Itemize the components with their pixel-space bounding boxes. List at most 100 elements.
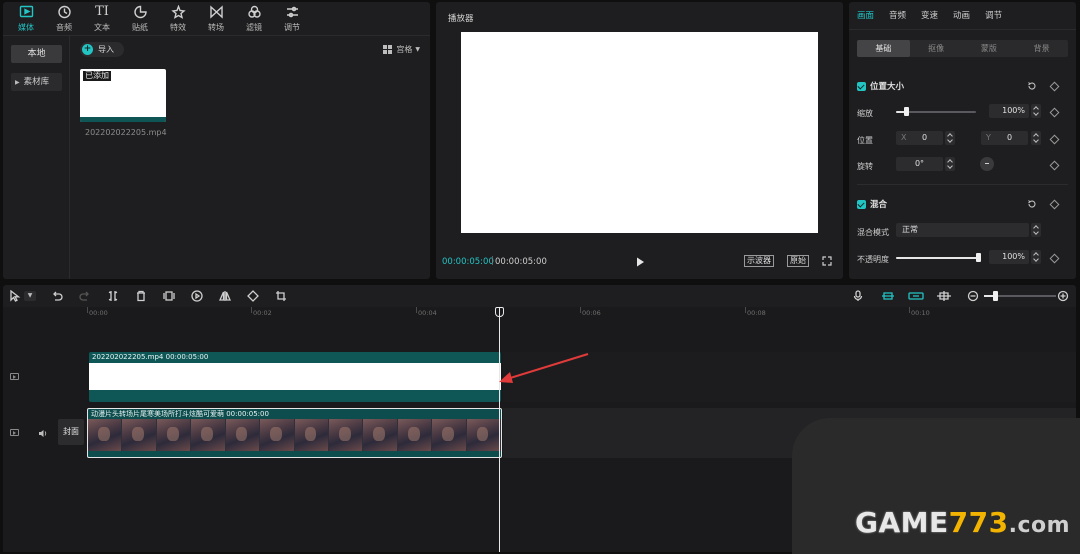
crop-button[interactable] (275, 290, 287, 302)
position-size-checkbox[interactable] (857, 81, 866, 91)
time-ruler[interactable]: 00:00 00:02 00:04 00:06 00:08 00:10 (3, 307, 1076, 321)
position-y-stepper[interactable] (1031, 131, 1041, 145)
zoom-in-button[interactable] (1057, 290, 1069, 302)
chevron-down-icon[interactable]: ▼ (24, 291, 36, 301)
redo-button[interactable] (79, 290, 91, 302)
overlay-clip[interactable]: 202202022205.mp4 00:00:05:00 (89, 352, 501, 402)
clip-filmstrip (88, 419, 501, 451)
record-audio-button[interactable] (852, 290, 864, 302)
keyframe-diamond-icon[interactable] (1049, 81, 1060, 92)
sidebar-item-local[interactable]: 本地 (11, 45, 62, 63)
scale-value-field[interactable]: 100% (989, 104, 1029, 118)
freeze-button[interactable] (163, 290, 175, 302)
tick-label: 00:04 (418, 309, 437, 317)
tab-adjust[interactable]: 调节 (273, 2, 311, 36)
total-time: 00:00:05:00 (495, 257, 547, 267)
current-time: 00:00:05:00 (442, 257, 494, 267)
effects-icon (170, 5, 186, 19)
media-clip-thumbnail[interactable]: 已添加 (80, 69, 166, 122)
keyframe-diamond-icon[interactable] (1049, 160, 1060, 171)
tab-effects[interactable]: 特效 (159, 2, 197, 36)
linkage-button[interactable] (936, 290, 952, 302)
rotate-field[interactable]: 0° (896, 157, 943, 171)
reset-icon[interactable] (1027, 199, 1037, 209)
subtab-background[interactable]: 背景 (1015, 40, 1068, 57)
cover-button[interactable]: 封面 (58, 419, 84, 445)
tab-speed[interactable]: 变速 (921, 2, 938, 29)
tab-transition[interactable]: 转场 (197, 2, 235, 36)
undo-button[interactable] (51, 290, 63, 302)
blend-mode-stepper[interactable] (1031, 223, 1041, 237)
original-ratio-button[interactable]: 原始 (787, 255, 809, 267)
zoom-out-button[interactable] (967, 290, 979, 302)
blend-section-title[interactable]: 混合 (857, 198, 887, 210)
opacity-value-field[interactable]: 100% (989, 250, 1029, 264)
scale-stepper[interactable] (1031, 104, 1041, 118)
rotate-button[interactable] (247, 290, 259, 302)
position-x-field[interactable]: X 0 (896, 131, 943, 145)
playhead[interactable] (499, 307, 500, 552)
rotate-label: 旋转 (857, 162, 873, 171)
select-tool-button[interactable] (9, 289, 21, 302)
tab-sticker[interactable]: 贴纸 (121, 2, 159, 36)
sidebar-item-library[interactable]: ▶ 素材库 (11, 73, 62, 91)
properties-panel: 画面 音频 变速 动画 调节 基础 抠像 蒙版 背景 位置大小 缩放 100% … (849, 2, 1076, 279)
keyframe-diamond-icon[interactable] (1049, 134, 1060, 145)
grid-icon (383, 45, 393, 54)
import-button[interactable]: + 导入 (80, 42, 124, 57)
caret-right-icon: ▶ (15, 79, 20, 86)
opacity-stepper[interactable] (1031, 250, 1041, 264)
oscilloscope-button[interactable]: 示波器 (744, 255, 774, 267)
tab-prop-adjust[interactable]: 调节 (985, 2, 1002, 29)
main-track-magnet-button[interactable] (880, 290, 896, 302)
tab-audio[interactable]: 音频 (45, 2, 83, 36)
crop-icon (276, 291, 286, 301)
position-y-field[interactable]: Y 0 (981, 131, 1028, 145)
media-sidebar: 本地 ▶ 素材库 (3, 36, 70, 279)
split-button[interactable] (107, 290, 119, 302)
time-separator: | (491, 256, 494, 266)
tab-media[interactable]: 媒体 (7, 2, 45, 36)
annotation-arrow (499, 353, 589, 383)
zoom-slider-handle[interactable] (993, 291, 998, 301)
tab-picture[interactable]: 画面 (857, 2, 874, 29)
preview-canvas[interactable] (461, 32, 818, 233)
auto-snap-button[interactable] (908, 290, 924, 302)
reset-icon[interactable] (1027, 81, 1037, 91)
keyframe-diamond-icon[interactable] (1049, 253, 1060, 264)
fullscreen-button[interactable] (822, 256, 832, 266)
main-clip[interactable]: 动漫片头转场片尾寒美场所打斗炫酷可爱萌 00:00:05:00 (87, 408, 502, 458)
blend-checkbox[interactable] (857, 199, 866, 209)
mirror-button[interactable] (219, 290, 231, 302)
rotate-dial[interactable] (980, 157, 994, 171)
split-icon (108, 291, 118, 301)
transition-icon (209, 5, 223, 19)
view-mode-dropdown[interactable]: 宫格 ▼ (383, 44, 420, 55)
playhead-handle[interactable] (495, 307, 504, 317)
zoom-in-icon (1057, 290, 1069, 302)
tick-label: 00:06 (582, 309, 601, 317)
position-size-section-title[interactable]: 位置大小 (857, 80, 904, 92)
delete-button[interactable] (135, 290, 147, 302)
fullscreen-icon (822, 256, 832, 266)
reverse-button[interactable] (191, 290, 203, 302)
added-badge: 已添加 (83, 71, 111, 81)
tab-filter[interactable]: 滤镜 (235, 2, 273, 36)
tab-prop-audio[interactable]: 音频 (889, 2, 906, 29)
keyframe-diamond-icon[interactable] (1049, 107, 1060, 118)
subtab-keying[interactable]: 抠像 (910, 40, 963, 57)
rotate-stepper[interactable] (945, 157, 955, 171)
keyframe-diamond-icon[interactable] (1049, 199, 1060, 210)
play-button[interactable] (635, 256, 645, 268)
subtab-mask[interactable]: 蒙版 (963, 40, 1016, 57)
opacity-slider-handle[interactable] (976, 253, 981, 262)
tick-label: 00:02 (253, 309, 272, 317)
tab-animation[interactable]: 动画 (953, 2, 970, 29)
scale-slider-handle[interactable] (903, 107, 909, 116)
position-x-stepper[interactable] (945, 131, 955, 145)
volume-icon[interactable] (38, 429, 48, 438)
tab-text[interactable]: TI 文本 (83, 2, 121, 36)
subtab-basic[interactable]: 基础 (857, 40, 910, 57)
link-icon (937, 291, 951, 301)
blend-mode-select[interactable]: 正常 (896, 223, 1029, 237)
